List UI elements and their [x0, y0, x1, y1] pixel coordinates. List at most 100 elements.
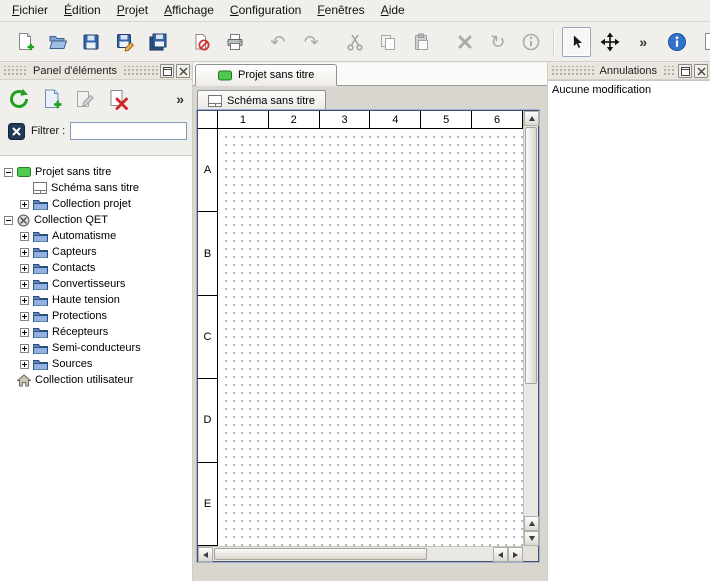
- open-project-button[interactable]: [43, 27, 72, 57]
- element-info-button[interactable]: [517, 27, 546, 57]
- elements-tree[interactable]: Projet sans titre Schéma sans titre Coll…: [0, 155, 192, 581]
- expand-expander-icon[interactable]: [20, 232, 29, 241]
- undo-button[interactable]: ↶: [263, 27, 292, 57]
- tree-item-collection-qet[interactable]: Collection QET: [0, 212, 192, 228]
- tree-item-protections[interactable]: Protections: [0, 308, 192, 324]
- horizontal-scroll-track[interactable]: [213, 547, 493, 561]
- tree-item-capteurs[interactable]: Capteurs: [0, 244, 192, 260]
- filter-input[interactable]: [70, 122, 187, 140]
- scroll-right-button[interactable]: [508, 547, 523, 562]
- delete-element-button[interactable]: [103, 84, 133, 114]
- new-element-button[interactable]: [37, 84, 67, 114]
- save-as-button[interactable]: [110, 27, 139, 57]
- dock-grip[interactable]: [122, 66, 158, 77]
- save-button[interactable]: [77, 27, 106, 57]
- row-header: D: [198, 379, 217, 462]
- tree-item-schema-sans-titre[interactable]: Schéma sans titre: [0, 180, 192, 196]
- collapse-expander-icon[interactable]: [4, 216, 13, 225]
- dock-grip[interactable]: [662, 66, 676, 77]
- elements-panel-titlebar[interactable]: Panel d'éléments: [0, 63, 192, 80]
- close-panel-button[interactable]: [176, 64, 190, 78]
- edit-element-button[interactable]: [70, 84, 100, 114]
- expand-expander-icon[interactable]: [20, 200, 29, 209]
- tree-item-collection-utilisateur[interactable]: Collection utilisateur: [0, 372, 192, 388]
- expand-expander-icon[interactable]: [20, 248, 29, 257]
- horizontal-scroll-thumb[interactable]: [214, 548, 427, 560]
- tree-item-sources[interactable]: Sources: [0, 356, 192, 372]
- select-tool-button[interactable]: [562, 27, 591, 57]
- tree-item-recepteurs[interactable]: Récepteurs: [0, 324, 192, 340]
- collapse-expander-icon[interactable]: [4, 168, 13, 177]
- horizontal-scrollbar[interactable]: [198, 546, 523, 561]
- triangle-up-icon: [529, 116, 535, 121]
- expand-expander-icon[interactable]: [20, 296, 29, 305]
- scrollbar-corner: [523, 546, 538, 561]
- clipped-edge-button[interactable]: [696, 27, 710, 57]
- menu-aide[interactable]: Aide: [373, 1, 413, 20]
- scroll-up-button[interactable]: [524, 111, 539, 126]
- vertical-scrollbar[interactable]: [523, 111, 538, 546]
- tree-item-semi-conducteurs[interactable]: Semi-conducteurs: [0, 340, 192, 356]
- delete-button[interactable]: [450, 27, 479, 57]
- expand-expander-icon[interactable]: [20, 312, 29, 321]
- project-tab-bar: Projet sans titre: [193, 63, 547, 86]
- rotate-button[interactable]: ↻: [483, 27, 512, 57]
- copy-icon: [378, 32, 398, 52]
- close-panel-button[interactable]: [694, 64, 708, 78]
- cut-button[interactable]: [340, 27, 369, 57]
- menu-edition[interactable]: Édition: [56, 1, 109, 20]
- reload-collections-button[interactable]: [4, 84, 34, 114]
- open-folder-icon: [48, 32, 68, 52]
- panel-toolbar-overflow-button[interactable]: »: [176, 91, 188, 107]
- diagram-canvas[interactable]: [219, 130, 523, 546]
- dock-grip[interactable]: [2, 66, 28, 77]
- about-info-button[interactable]: [662, 27, 692, 57]
- tree-item-collection-projet[interactable]: Collection projet: [0, 196, 192, 212]
- tree-item-convertisseurs[interactable]: Convertisseurs: [0, 276, 192, 292]
- menu-fichier[interactable]: Fichier: [4, 1, 56, 20]
- menu-affichage[interactable]: Affichage: [156, 1, 222, 20]
- toolbar-overflow-button[interactable]: »: [629, 27, 658, 57]
- paste-button[interactable]: [407, 27, 436, 57]
- float-panel-button[interactable]: [160, 64, 174, 78]
- tree-item-haute-tension[interactable]: Haute tension: [0, 292, 192, 308]
- menu-projet[interactable]: Projet: [109, 1, 156, 20]
- close-file-button[interactable]: [187, 27, 216, 57]
- scroll-left-button[interactable]: [198, 547, 213, 562]
- tab-schema-sans-titre[interactable]: Schéma sans titre: [197, 90, 326, 110]
- clear-filter-button[interactable]: [7, 122, 26, 141]
- expand-expander-icon[interactable]: [20, 360, 29, 369]
- column-header: 4: [370, 111, 421, 128]
- undo-panel-titlebar[interactable]: Annulations: [548, 63, 710, 80]
- vertical-scroll-thumb[interactable]: [525, 127, 537, 384]
- expand-expander-icon[interactable]: [20, 328, 29, 337]
- ruler-corner: [198, 111, 218, 129]
- move-tool-button[interactable]: [595, 27, 624, 57]
- print-button[interactable]: [220, 27, 249, 57]
- tree-item-projet-sans-titre[interactable]: Projet sans titre: [0, 164, 192, 180]
- row-header: B: [198, 212, 217, 295]
- tree-item-contacts[interactable]: Contacts: [0, 260, 192, 276]
- new-project-button[interactable]: [10, 27, 39, 57]
- qet-collection-icon: [17, 214, 30, 227]
- copy-button[interactable]: [373, 27, 402, 57]
- save-as-icon: [115, 32, 135, 52]
- tab-projet-sans-titre[interactable]: Projet sans titre: [195, 64, 337, 86]
- vertical-scroll-track[interactable]: [524, 126, 538, 516]
- redo-button[interactable]: ↷: [297, 27, 326, 57]
- main-toolbar: ↶ ↷ ↻ »: [0, 22, 710, 62]
- dock-grip[interactable]: [550, 66, 595, 77]
- edit-pencil-icon: [74, 88, 96, 110]
- save-all-button[interactable]: [143, 27, 172, 57]
- expand-expander-icon[interactable]: [20, 344, 29, 353]
- undo-history-list[interactable]: Aucune modification: [548, 80, 710, 581]
- expand-expander-icon[interactable]: [20, 280, 29, 289]
- float-panel-button[interactable]: [678, 64, 692, 78]
- menu-configuration[interactable]: Configuration: [222, 1, 309, 20]
- scroll-up-button-2[interactable]: [524, 516, 539, 531]
- scroll-down-button[interactable]: [524, 531, 539, 546]
- expand-expander-icon[interactable]: [20, 264, 29, 273]
- scroll-left-button-2[interactable]: [493, 547, 508, 562]
- tree-item-automatisme[interactable]: Automatisme: [0, 228, 192, 244]
- menu-fenetres[interactable]: Fenêtres: [309, 1, 372, 20]
